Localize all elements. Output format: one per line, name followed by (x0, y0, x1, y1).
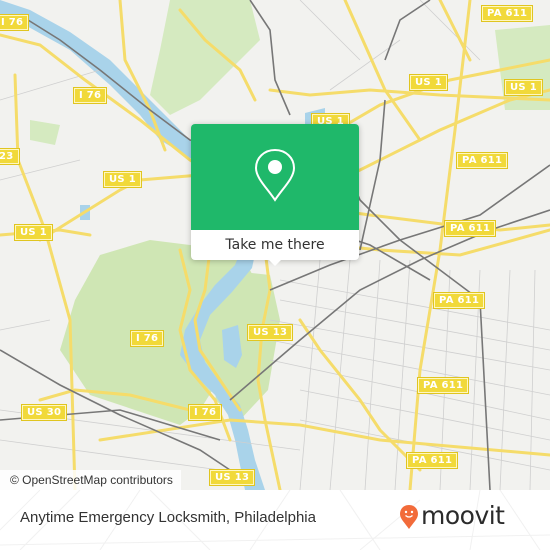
road-shield-us13: US 13 (246, 324, 294, 341)
moovit-wordmark: moovit (421, 501, 505, 530)
place-name: Anytime Emergency Locksmith, Philadelphi… (20, 509, 316, 526)
road-shield-us1: US 1 (504, 79, 543, 96)
road-shield-pa611: PA 611 (480, 5, 534, 22)
location-popup: Take me there (191, 124, 359, 266)
map-attribution[interactable]: © OpenStreetMap contributors (0, 470, 181, 490)
footer: Anytime Emergency Locksmith, Philadelphi… (0, 490, 550, 550)
road-shield-us13: US 13 (208, 469, 256, 486)
popup-pointer (267, 258, 283, 266)
road-shield-pa611: PA 611 (443, 220, 497, 237)
road-shield-i76: I 76 (0, 14, 30, 31)
map-pin-icon (254, 148, 296, 202)
moovit-pin-icon (400, 505, 418, 529)
road-shield-pa611: PA 611 (432, 292, 486, 309)
popup-header (191, 124, 359, 230)
road-shield-us30: US 30 (20, 404, 68, 421)
road-shield-pa611: PA 611 (405, 452, 459, 469)
road-shield-i76: I 76 (187, 404, 223, 421)
road-shield-us1: US 1 (103, 171, 142, 188)
park-area (150, 0, 260, 115)
park-area (30, 120, 60, 145)
road-shield-i76: I 76 (72, 87, 108, 104)
road-shield-us1: US 1 (409, 74, 448, 91)
map[interactable]: I 76 I 76 I 76 I 76 US 1 US 1 US 1 US 1 … (0, 0, 550, 490)
take-me-there-button[interactable]: Take me there (191, 230, 359, 260)
road-shield-pa611: PA 611 (455, 152, 509, 169)
road-shield-i76: I 76 (129, 330, 165, 347)
road-shield-pa611: PA 611 (416, 377, 470, 394)
road-shield-us1: US 1 (14, 224, 53, 241)
road-shield-23: 23 (0, 148, 20, 165)
